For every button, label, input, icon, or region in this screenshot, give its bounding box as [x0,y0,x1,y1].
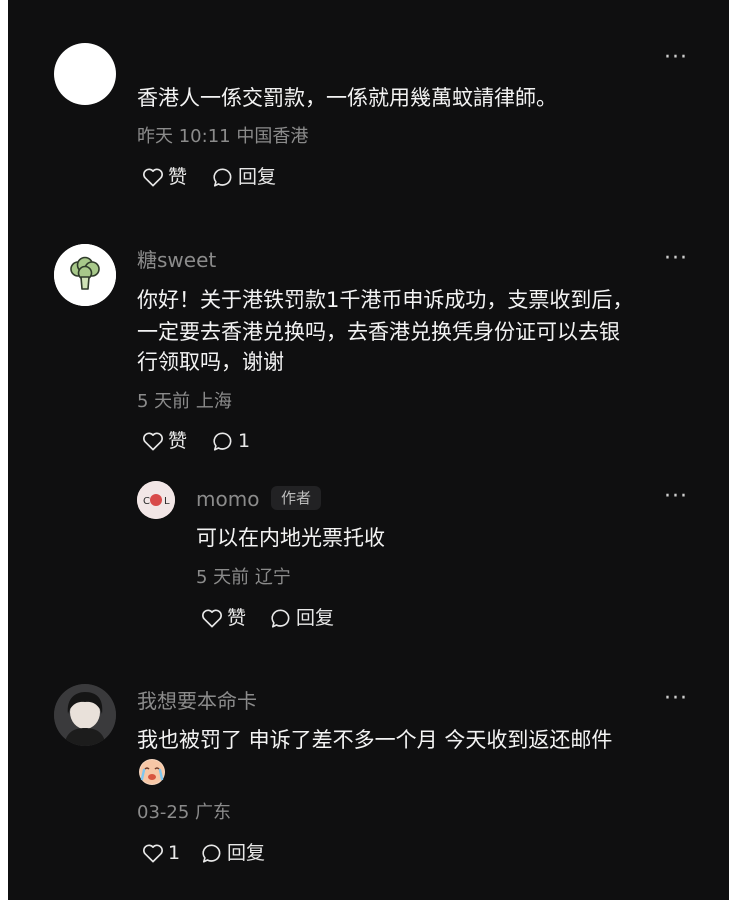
comment-meta: 昨天 10:11 中国香港 [137,126,309,147]
comment-meta: 03-25 广东 [137,802,232,823]
reply-label: 回复 [296,607,335,629]
reply-text: 可以在内地光票托收 [196,526,385,550]
crying-face-icon [140,760,164,784]
like-button[interactable]: 赞 [142,165,187,189]
reply-button[interactable]: 回复 [270,606,334,630]
like-button[interactable]: 1 [142,841,180,865]
comment-text: 香港人一係交罰款，一係就用幾萬蚊請律師。 [137,86,557,110]
reply-button[interactable]: 回复 [201,841,265,865]
comment-text: 我也被罚了 申诉了差不多一个月 今天收到返还邮件 [137,728,613,752]
comment-meta: 5 天前 上海 [137,391,232,412]
like-count: 1 [168,842,181,864]
heart-outline-icon [143,168,163,187]
speech-bubble-icon [213,431,232,451]
crying-face-emoji [139,759,165,785]
heart-outline-icon [143,844,163,863]
svg-text:C: C [143,496,150,507]
more-dots-icon[interactable]: ··· [664,486,688,508]
comment-text-line: 行领取吗，谢谢 [137,350,284,374]
avatar[interactable] [54,43,116,105]
author-badge: 作者 [271,486,322,510]
avatar[interactable] [54,684,116,746]
more-dots-icon[interactable]: ··· [664,688,688,710]
reply-button[interactable]: 回复 [212,165,276,189]
like-label: 赞 [168,166,188,188]
more-dots-icon[interactable]: ··· [664,47,688,69]
like-button[interactable]: 赞 [142,429,187,453]
logo-avatar-icon: C L [137,481,175,519]
avatar[interactable]: C L [137,481,175,519]
reply-count: 1 [238,430,251,452]
speech-bubble-icon [202,843,221,863]
reply-meta: 5 天前 辽宁 [196,567,291,588]
comment-text-line: 一定要去香港兑换吗，去香港兑换凭身份证可以去银 [137,320,620,344]
reply-label: 回复 [227,842,266,864]
comment-text-line: 你好！关于港铁罚款1千港币申诉成功，支票收到后， [137,288,634,312]
reply-author-name[interactable]: momo [196,486,259,512]
like-label: 赞 [168,430,188,452]
reply-button[interactable]: 1 [212,429,250,453]
like-button[interactable]: 赞 [201,606,246,630]
speech-bubble-icon [271,608,290,628]
commenter-name[interactable]: 我想要本命卡 [137,688,257,714]
commenter-name[interactable]: 糖sweet [137,247,216,273]
more-dots-icon[interactable]: ··· [664,248,688,270]
speech-bubble-icon [213,167,232,187]
like-label: 赞 [227,607,247,629]
heart-outline-icon [143,432,163,451]
person-photo-avatar [54,684,116,746]
broccoli-avatar-icon [54,244,116,306]
avatar[interactable] [54,244,116,306]
comments-screen: ··· 香港人一係交罰款，一係就用幾萬蚊請律師。 昨天 10:11 中国香港 赞… [8,0,729,900]
heart-outline-icon [202,609,222,628]
svg-text:L: L [164,496,170,507]
reply-label: 回复 [238,166,277,188]
